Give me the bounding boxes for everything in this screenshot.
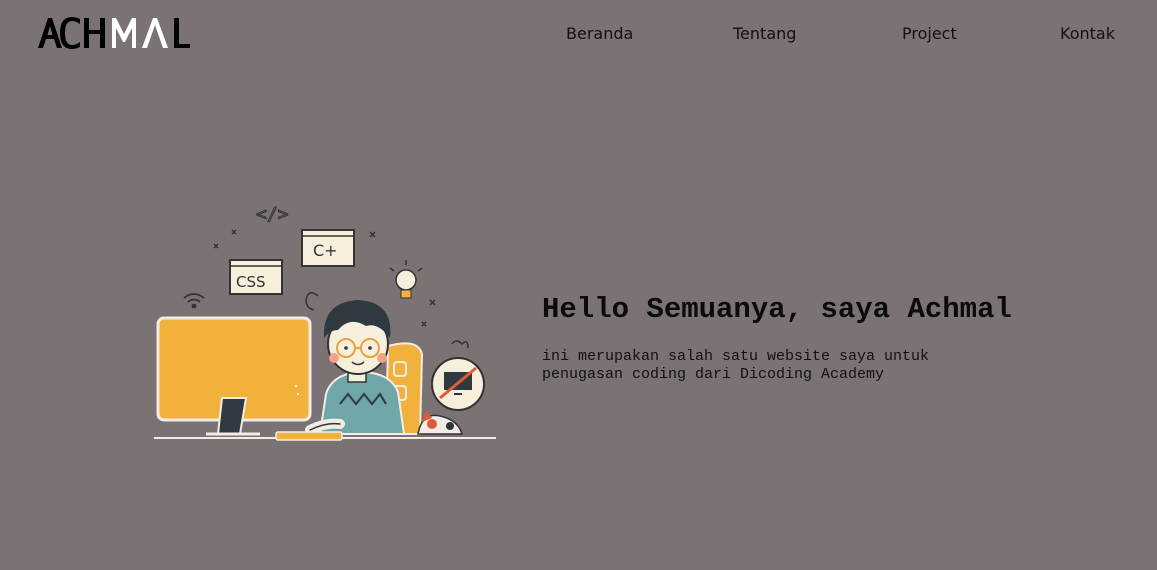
cat-icon bbox=[417, 410, 463, 435]
landing-page: Beranda Tentang Project Kontak </> C+ CS… bbox=[0, 0, 1157, 570]
coding-illustration: </> C+ CSS bbox=[150, 198, 500, 446]
nav-beranda[interactable]: Beranda bbox=[566, 24, 633, 43]
hero-title: Hello Semuanya, saya Achmal bbox=[542, 293, 1012, 326]
main-nav: Beranda Tentang Project Kontak bbox=[0, 24, 1157, 48]
css-card-icon: CSS bbox=[229, 259, 283, 295]
wifi-icon bbox=[183, 293, 205, 309]
cplus-card-icon: C+ bbox=[301, 229, 355, 267]
nav-kontak[interactable]: Kontak bbox=[1060, 24, 1115, 43]
illustration-svg: </> C+ CSS bbox=[154, 204, 496, 441]
hero-description: ini merupakan salah satu website saya un… bbox=[542, 348, 930, 383]
nav-project[interactable]: Project bbox=[902, 24, 957, 43]
lightbulb-icon bbox=[389, 260, 423, 299]
hero-text-block: Hello Semuanya, saya Achmal ini merupaka… bbox=[542, 292, 1132, 384]
svg-text:C+: C+ bbox=[313, 241, 338, 260]
svg-text:</>: </> bbox=[256, 204, 289, 225]
no-screen-icon bbox=[431, 340, 485, 411]
svg-text:CSS: CSS bbox=[236, 273, 266, 291]
code-tag-icon: </> bbox=[256, 204, 290, 226]
monitor-icon bbox=[156, 316, 312, 436]
nav-tentang[interactable]: Tentang bbox=[733, 24, 796, 43]
keyboard-icon bbox=[275, 431, 343, 441]
